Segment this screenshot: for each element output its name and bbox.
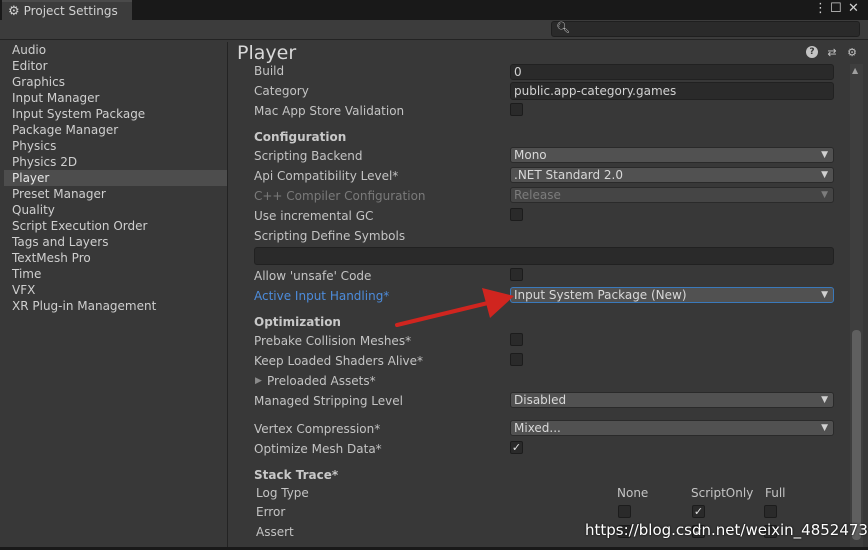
sidebar-item-input-system-package[interactable]: Input System Package: [4, 106, 227, 122]
api-compatibility-dropdown[interactable]: .NET Standard 2.0 ▼: [510, 167, 834, 183]
sidebar-item-time[interactable]: Time: [4, 266, 227, 282]
chevron-down-icon: ▼: [821, 395, 828, 405]
error-full-checkbox[interactable]: [764, 505, 777, 518]
scripting-backend-label: Scripting Backend: [254, 149, 363, 163]
build-label: Build: [254, 64, 285, 78]
project-settings-tab[interactable]: ⚙ Project Settings: [2, 0, 132, 20]
close-icon[interactable]: ✕: [848, 1, 859, 17]
page-title: Player: [237, 42, 297, 64]
vertex-compression-dropdown[interactable]: Mixed... ▼: [510, 420, 834, 436]
incremental-gc-label: Use incremental GC: [254, 209, 374, 223]
sidebar-item-quality[interactable]: Quality: [4, 202, 227, 218]
preset-icon[interactable]: ⇄: [826, 46, 838, 59]
category-label: Category: [254, 84, 309, 98]
sidebar-item-player[interactable]: Player: [4, 170, 227, 186]
scrollbar-thumb[interactable]: [852, 330, 861, 540]
build-field[interactable]: 0: [510, 64, 834, 80]
error-none-checkbox[interactable]: [618, 505, 631, 518]
category-field[interactable]: public.app-category.games: [510, 82, 834, 100]
col-scriptonly-label: ScriptOnly: [691, 486, 754, 500]
col-none-label: None: [617, 486, 649, 500]
optimization-header: Optimization: [254, 315, 341, 329]
sidebar-item-physics[interactable]: Physics: [4, 138, 227, 154]
configuration-header: Configuration: [254, 130, 347, 144]
col-full-label: Full: [765, 486, 786, 500]
define-symbols-label: Scripting Define Symbols: [254, 229, 406, 243]
incremental-gc-checkbox[interactable]: [510, 208, 523, 221]
preloaded-assets-label[interactable]: Preloaded Assets*: [267, 374, 376, 388]
player-settings-panel: Player ? ⇄ ⚙ Build 0 Category public.app…: [229, 42, 868, 550]
sidebar-item-editor[interactable]: Editor: [4, 58, 227, 74]
assert-label: Assert: [256, 525, 294, 539]
optimize-mesh-checkbox[interactable]: ✓: [510, 441, 523, 454]
chevron-down-icon: ▼: [821, 190, 828, 200]
tab-title: Project Settings: [23, 4, 118, 18]
vertex-compression-label: Vertex Compression*: [254, 422, 381, 436]
sidebar-item-graphics[interactable]: Graphics: [4, 74, 227, 90]
sidebar-item-tags-and-layers[interactable]: Tags and Layers: [4, 234, 227, 250]
sidebar-item-vfx[interactable]: VFX: [4, 282, 227, 298]
error-scriptonly-checkbox[interactable]: ✓: [692, 505, 705, 518]
active-input-handling-dropdown[interactable]: Input System Package (New) ▼: [510, 287, 834, 303]
search-input[interactable]: 🔍︎: [551, 21, 860, 37]
vertex-compression-value: Mixed...: [514, 421, 561, 435]
settings-sidebar: Audio Editor Graphics Input Manager Inpu…: [4, 42, 228, 548]
sidebar-item-package-manager[interactable]: Package Manager: [4, 122, 227, 138]
unsafe-code-label: Allow 'unsafe' Code: [254, 269, 372, 283]
scripting-backend-dropdown[interactable]: Mono ▼: [510, 147, 834, 163]
mac-store-validation-checkbox[interactable]: [510, 103, 523, 116]
stripping-level-label: Managed Stripping Level: [254, 394, 403, 408]
mac-store-validation-label: Mac App Store Validation: [254, 104, 405, 118]
fold-triangle-icon[interactable]: ▶: [255, 376, 262, 386]
search-icon: 🔍︎: [556, 21, 570, 34]
api-compatibility-value: .NET Standard 2.0: [514, 168, 624, 182]
stack-trace-header: Stack Trace*: [254, 468, 339, 482]
cpp-compiler-dropdown: Release ▼: [510, 187, 834, 203]
menu-icon[interactable]: ⋮: [814, 1, 827, 17]
sidebar-item-textmesh-pro[interactable]: TextMesh Pro: [4, 250, 227, 266]
watermark: https://blog.csdn.net/weixin_48524734: [585, 521, 868, 539]
define-symbols-field[interactable]: [254, 247, 834, 265]
player-settings-content: Build 0 Category public.app-category.gam…: [229, 64, 855, 550]
title-bar: ⚙ Project Settings ⋮ ☐ ✕: [0, 0, 868, 20]
sidebar-item-input-manager[interactable]: Input Manager: [4, 90, 227, 106]
chevron-down-icon: ▼: [821, 423, 828, 433]
gear-icon: ⚙: [8, 3, 20, 19]
maximize-icon[interactable]: ☐: [830, 1, 842, 17]
settings-gear-icon[interactable]: ⚙: [846, 46, 858, 59]
stripping-level-value: Disabled: [514, 393, 567, 407]
prebake-collision-label: Prebake Collision Meshes*: [254, 334, 412, 348]
prebake-collision-checkbox[interactable]: [510, 333, 523, 346]
help-icon[interactable]: ?: [806, 46, 818, 58]
chevron-down-icon: ▼: [821, 150, 828, 160]
sidebar-item-physics-2d[interactable]: Physics 2D: [4, 154, 227, 170]
sidebar-item-audio[interactable]: Audio: [4, 42, 227, 58]
active-input-handling-value: Input System Package (New): [514, 288, 687, 302]
header-icons: ? ⇄ ⚙: [806, 46, 858, 59]
error-label: Error: [256, 505, 286, 519]
chevron-down-icon: ▼: [821, 170, 828, 180]
scripting-backend-value: Mono: [514, 148, 547, 162]
api-compatibility-label: Api Compatibility Level*: [254, 169, 399, 183]
log-type-label: Log Type: [256, 486, 309, 500]
keep-shaders-checkbox[interactable]: [510, 353, 523, 366]
sidebar-item-preset-manager[interactable]: Preset Manager: [4, 186, 227, 202]
stripping-level-dropdown[interactable]: Disabled ▼: [510, 392, 834, 408]
sidebar-item-xr-plugin-management[interactable]: XR Plug-in Management: [4, 298, 227, 314]
cpp-compiler-value: Release: [514, 188, 561, 202]
search-row: 🔍︎: [0, 20, 868, 40]
unsafe-code-checkbox[interactable]: [510, 268, 523, 281]
sidebar-item-script-execution-order[interactable]: Script Execution Order: [4, 218, 227, 234]
optimize-mesh-label: Optimize Mesh Data*: [254, 442, 382, 456]
cpp-compiler-label: C++ Compiler Configuration: [254, 189, 426, 203]
chevron-down-icon: ▼: [821, 290, 828, 300]
scroll-up-arrow-icon[interactable]: ▲: [852, 66, 858, 75]
active-input-handling-label: Active Input Handling*: [254, 289, 390, 303]
keep-shaders-label: Keep Loaded Shaders Alive*: [254, 354, 424, 368]
